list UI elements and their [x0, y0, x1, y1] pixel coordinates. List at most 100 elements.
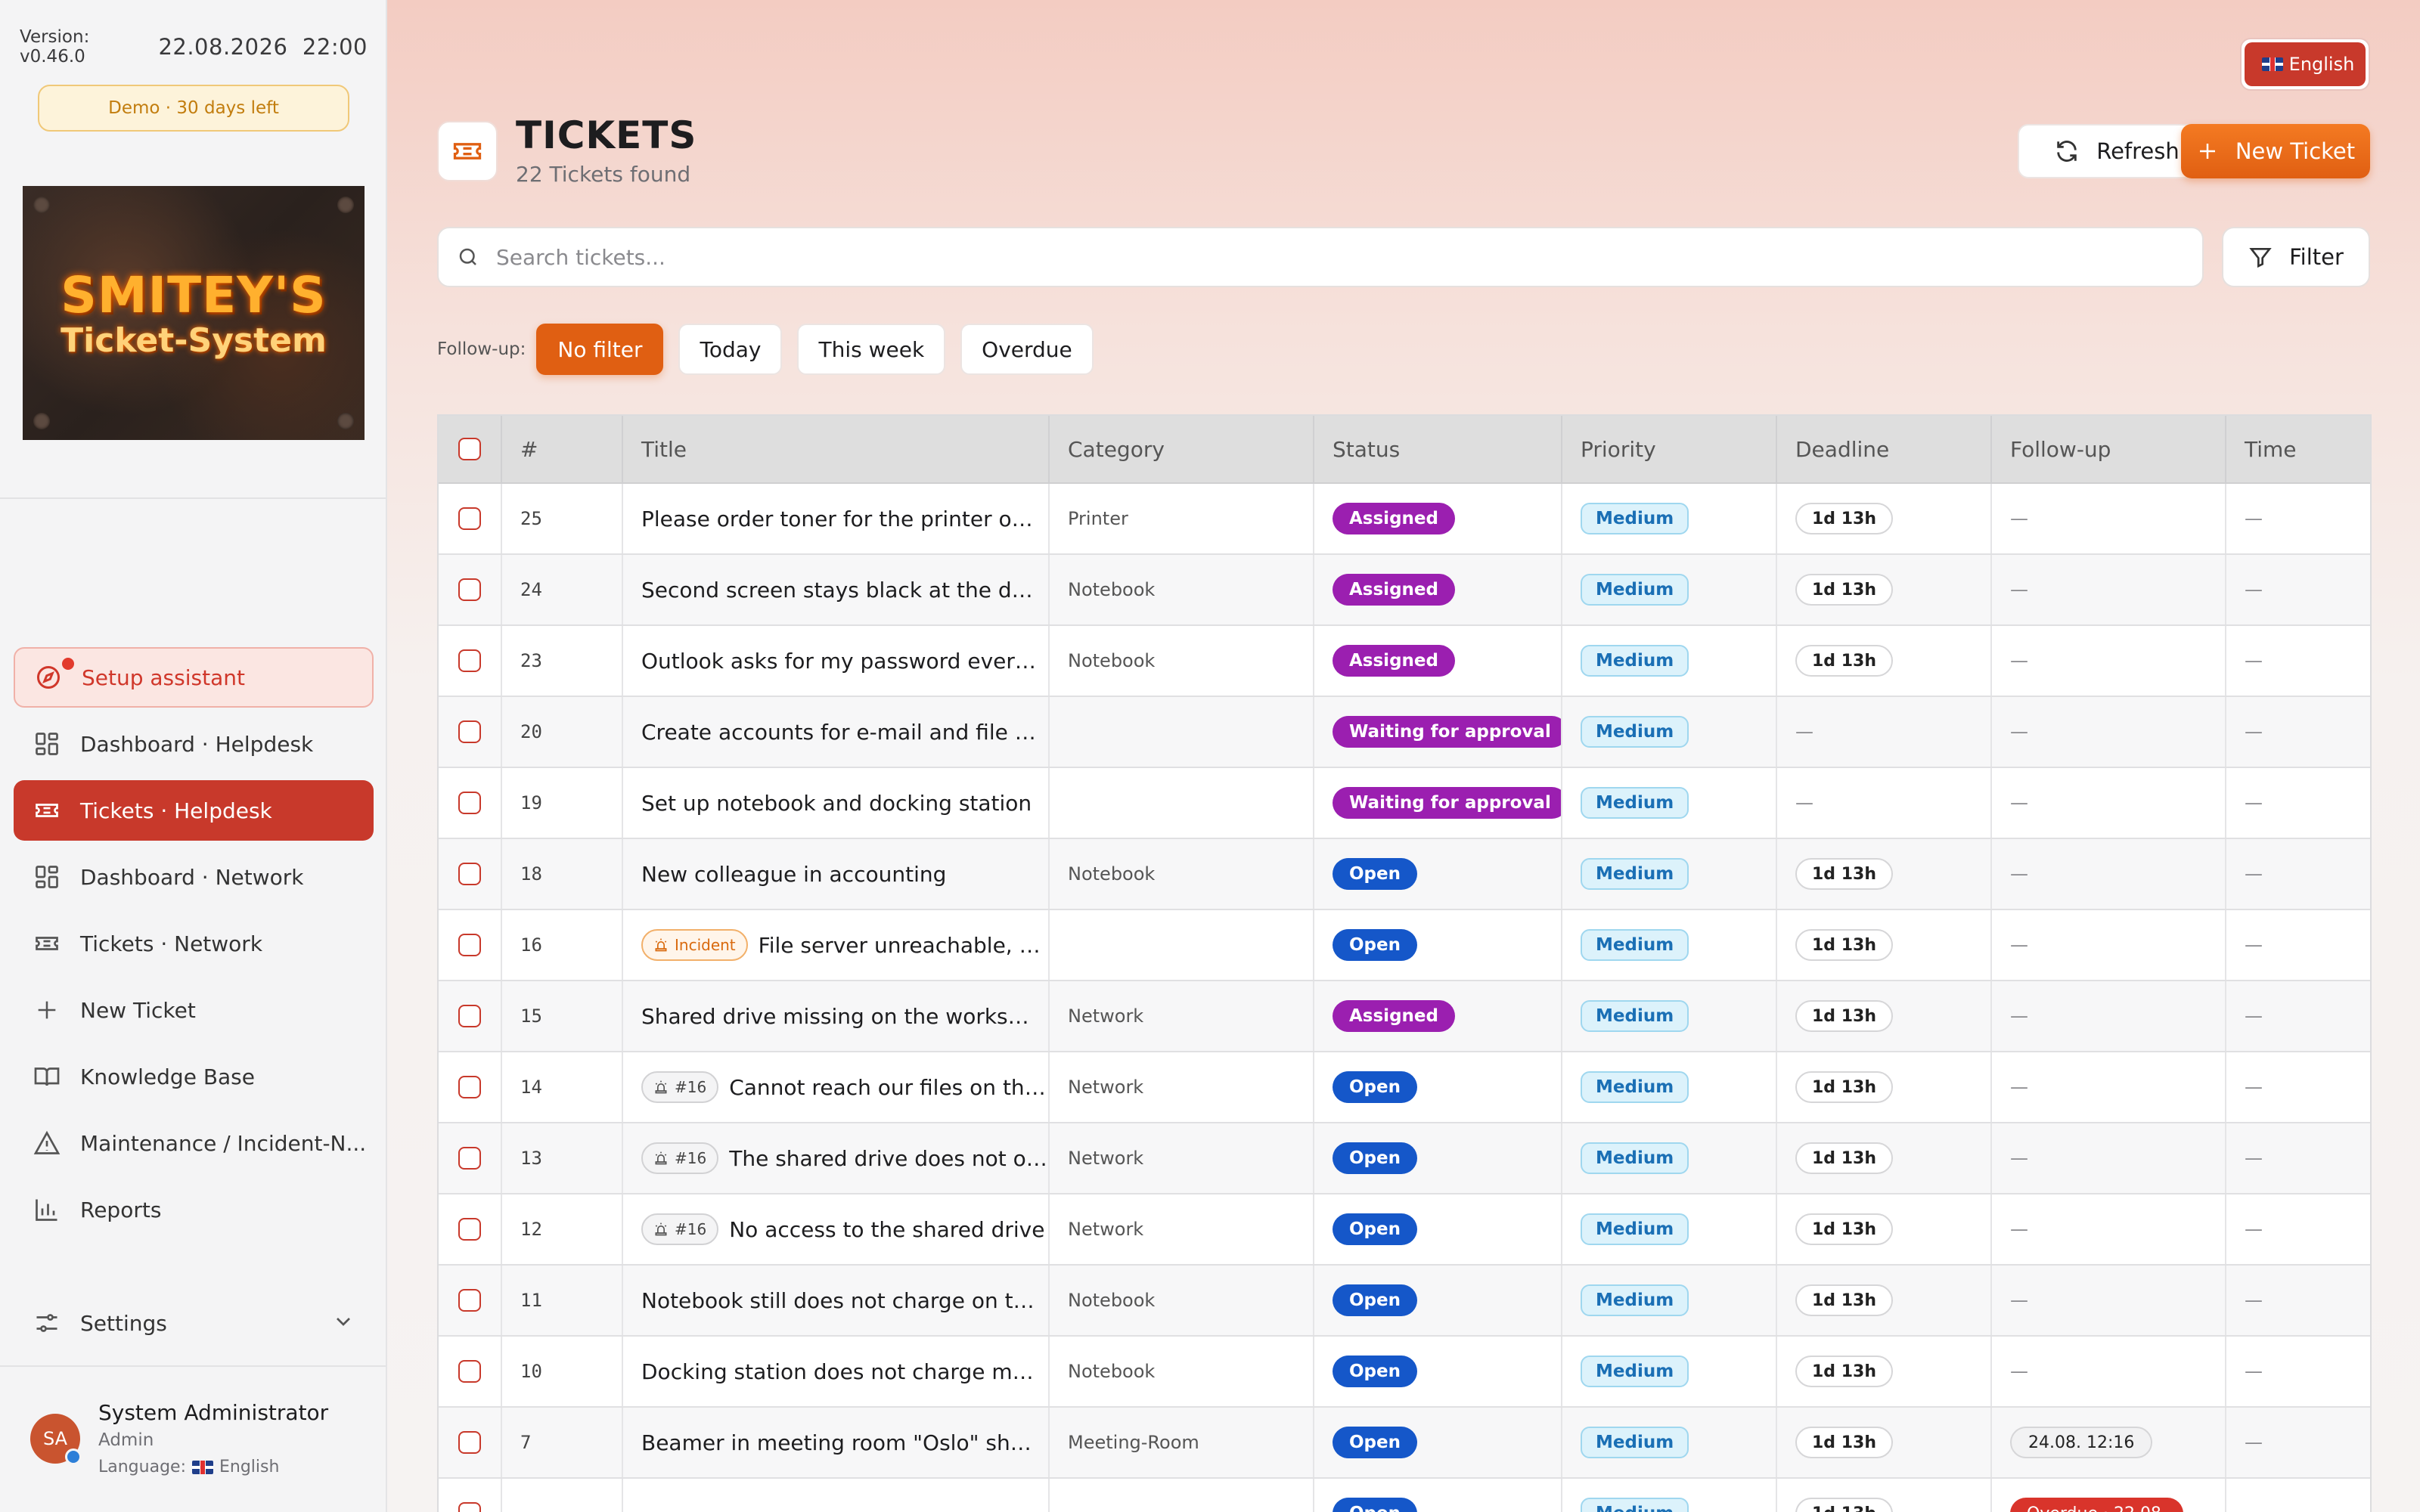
- table-row[interactable]: 16 Incident File server unreachable, B... O…: [439, 910, 2370, 981]
- followup-chip-no-filter[interactable]: No filter: [536, 324, 664, 375]
- sidebar-item-new-ticket[interactable]: New Ticket: [14, 980, 374, 1040]
- table-row[interactable]: 25 Please order toner for the printer on …: [439, 484, 2370, 555]
- ticket-title-cell[interactable]: Docking station does not charge my n...: [623, 1337, 1050, 1406]
- table-row[interactable]: 7 Beamer in meeting room "Oslo" shows... M…: [439, 1408, 2370, 1479]
- logo-bolt-decoration: [33, 413, 50, 429]
- ticket-status-cell: Open: [1314, 1408, 1562, 1477]
- followup-chip-today[interactable]: Today: [678, 324, 783, 375]
- table-row[interactable]: 24 Second screen stays black at the doc..…: [439, 555, 2370, 626]
- sidebar-item-knowledge-base[interactable]: Knowledge Base: [14, 1046, 374, 1107]
- ticket-title-cell[interactable]: #16 Cannot reach our files on the ...: [623, 1052, 1050, 1122]
- followup-empty: —: [2010, 1290, 2028, 1311]
- settings-label: Settings: [80, 1310, 167, 1336]
- table-row[interactable]: 23 Outlook asks for my password every ...…: [439, 626, 2370, 697]
- row-checkbox[interactable]: [458, 1502, 481, 1512]
- linked-incident-tag[interactable]: #16: [641, 1142, 719, 1174]
- ticket-status-cell: Open: [1314, 1337, 1562, 1406]
- ticket-title: Shared drive missing on the workshop...: [641, 1003, 1042, 1029]
- row-checkbox[interactable]: [458, 1076, 481, 1098]
- row-checkbox[interactable]: [458, 792, 481, 814]
- ticket-time-cell: —: [2226, 555, 2370, 624]
- incident-tag[interactable]: Incident: [641, 929, 748, 961]
- ticket-title-cell[interactable]: Beamer in meeting room "Oslo" shows...: [623, 1408, 1050, 1477]
- column-header-time[interactable]: Time: [2226, 416, 2370, 482]
- sidebar-item-dashboard-network[interactable]: Dashboard · Network: [14, 847, 374, 907]
- followup-chip-overdue[interactable]: Overdue: [960, 324, 1094, 375]
- user-profile[interactable]: SA System Administrator Admin Language: …: [0, 1365, 386, 1512]
- search-input[interactable]: [496, 244, 2009, 270]
- table-row[interactable]: 20 Create accounts for e-mail and file se…: [439, 697, 2370, 768]
- ticket-title-cell[interactable]: Second screen stays black at the doc...: [623, 555, 1050, 624]
- row-checkbox[interactable]: [458, 1289, 481, 1312]
- ticket-title-cell[interactable]: Outlook asks for my password every ...: [623, 626, 1050, 696]
- column-header-deadline[interactable]: Deadline: [1777, 416, 1992, 482]
- linked-incident-tag[interactable]: #16: [641, 1213, 719, 1245]
- table-row[interactable]: 14 #16 Cannot reach our files on the ... Ne…: [439, 1052, 2370, 1123]
- followup-chip-this-week[interactable]: This week: [797, 324, 946, 375]
- table-row[interactable]: 12 #16 No access to the shared drive Networ…: [439, 1194, 2370, 1266]
- row-checkbox[interactable]: [458, 578, 481, 601]
- column-header-followup[interactable]: Follow-up: [1992, 416, 2226, 482]
- row-checkbox[interactable]: [458, 1218, 481, 1241]
- language-switch-button[interactable]: English: [2240, 38, 2370, 91]
- linked-incident-tag[interactable]: #16: [641, 1071, 719, 1103]
- table-row[interactable]: 13 #16 The shared drive does not op... Netw…: [439, 1123, 2370, 1194]
- followup-empty: —: [2010, 579, 2028, 600]
- filter-button[interactable]: Filter: [2222, 227, 2370, 287]
- ticket-title-cell[interactable]: Please order toner for the printer on t.…: [623, 484, 1050, 553]
- deadline-badge: 1d 13h: [1795, 858, 1893, 890]
- ticket-title-cell[interactable]: Create accounts for e-mail and file se..…: [623, 697, 1050, 767]
- ticket-status-cell: Assigned: [1314, 484, 1562, 553]
- table-row[interactable]: 15 Shared drive missing on the workshop..…: [439, 981, 2370, 1052]
- sidebar-item-maintenance[interactable]: Maintenance / Incident-N...: [14, 1113, 374, 1173]
- sidebar-item-settings[interactable]: Settings: [14, 1293, 374, 1353]
- ticket-title-cell[interactable]: [623, 1479, 1050, 1512]
- ticket-title-cell[interactable]: Notebook still does not charge on the...: [623, 1266, 1050, 1335]
- table-row[interactable]: 18 New colleague in accounting Notebook Ope…: [439, 839, 2370, 910]
- select-all-checkbox[interactable]: [458, 438, 481, 460]
- row-checkbox[interactable]: [458, 649, 481, 672]
- column-header-title[interactable]: Title: [623, 416, 1050, 482]
- column-header-category[interactable]: Category: [1050, 416, 1314, 482]
- column-header-priority[interactable]: Priority: [1562, 416, 1777, 482]
- sidebar-item-setup-assistant[interactable]: Setup assistant: [14, 647, 374, 708]
- ticket-title-cell[interactable]: Incident File server unreachable, B...: [623, 910, 1050, 980]
- sidebar-item-dashboard-helpdesk[interactable]: Dashboard · Helpdesk: [14, 714, 374, 774]
- sidebar-item-tickets-network[interactable]: Tickets · Network: [14, 913, 374, 974]
- ticket-title-cell[interactable]: Set up notebook and docking station: [623, 768, 1050, 838]
- status-badge: Open: [1333, 929, 1417, 961]
- row-checkbox[interactable]: [458, 507, 481, 530]
- followup-empty: —: [2010, 1361, 2028, 1382]
- row-checkbox[interactable]: [458, 1005, 481, 1027]
- followup-empty: —: [2010, 650, 2028, 671]
- table-row[interactable]: 11 Notebook still does not charge on the.…: [439, 1266, 2370, 1337]
- table-row[interactable]: Open Medium 1d 13h Overdue · 22.08.: [439, 1479, 2370, 1512]
- row-checkbox[interactable]: [458, 720, 481, 743]
- ticket-category-cell: Notebook: [1050, 1337, 1314, 1406]
- sidebar-item-reports[interactable]: Reports: [14, 1179, 374, 1240]
- column-header-status[interactable]: Status: [1314, 416, 1562, 482]
- ticket-title-cell[interactable]: #16 No access to the shared drive: [623, 1194, 1050, 1264]
- table-row[interactable]: 19 Set up notebook and docking station Wai…: [439, 768, 2370, 839]
- new-ticket-button[interactable]: New Ticket: [2181, 124, 2370, 178]
- ticket-title-cell[interactable]: #16 The shared drive does not op...: [623, 1123, 1050, 1193]
- ticket-category-cell: Notebook: [1050, 1266, 1314, 1335]
- ticket-priority-cell: Medium: [1562, 1266, 1777, 1335]
- row-checkbox[interactable]: [458, 1360, 481, 1383]
- sidebar-item-tickets-helpdesk[interactable]: Tickets · Helpdesk: [14, 780, 374, 841]
- row-checkbox[interactable]: [458, 1431, 481, 1454]
- ticket-time-cell: —: [2226, 697, 2370, 767]
- ticket-time: —: [2245, 1077, 2263, 1098]
- row-checkbox[interactable]: [458, 1147, 481, 1170]
- row-checkbox[interactable]: [458, 934, 481, 956]
- ticket-category: Notebook: [1068, 1361, 1156, 1382]
- ticket-title-cell[interactable]: New colleague in accounting: [623, 839, 1050, 909]
- row-checkbox[interactable]: [458, 863, 481, 885]
- ticket-status-cell: Assigned: [1314, 981, 1562, 1051]
- table-row[interactable]: 10 Docking station does not charge my n..…: [439, 1337, 2370, 1408]
- current-date: 22.08.2026: [158, 34, 288, 60]
- language-button-inner: English: [2245, 42, 2366, 86]
- column-header-id[interactable]: #: [502, 416, 623, 482]
- app-version: Version: v0.46.0: [20, 27, 90, 67]
- ticket-title-cell[interactable]: Shared drive missing on the workshop...: [623, 981, 1050, 1051]
